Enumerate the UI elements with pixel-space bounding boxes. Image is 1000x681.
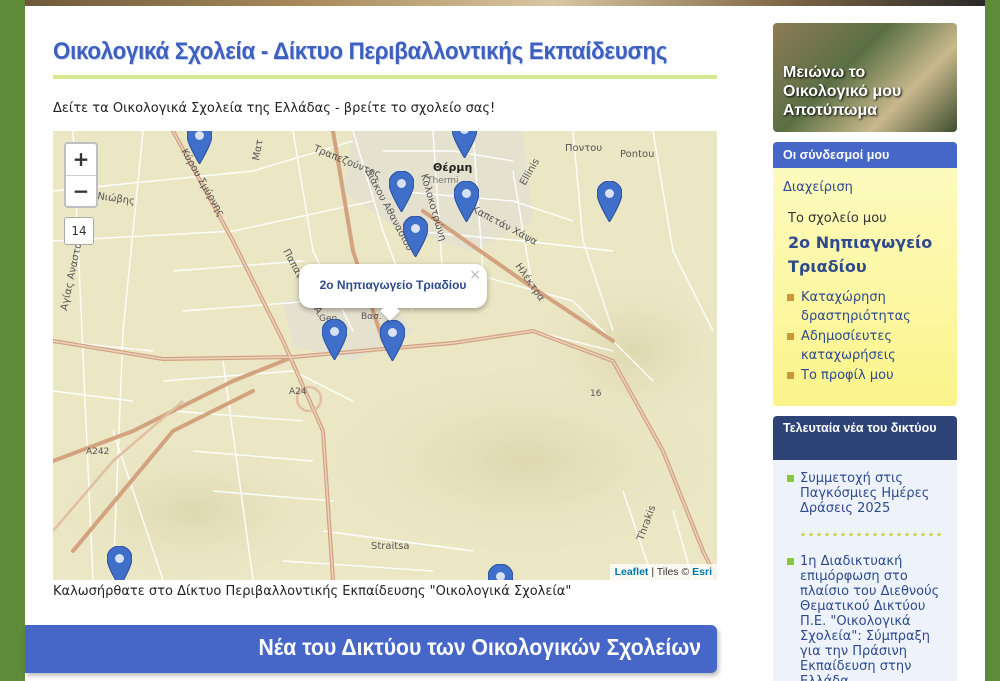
school-marker[interactable] — [454, 181, 479, 222]
news-banner: Νέα του Δικτύου των Οικολογικών Σχολείων — [25, 625, 717, 673]
latest-news-list: Συμμετοχή στις Παγκόσμιες Ημέρες Δράσεις… — [787, 471, 953, 681]
page-title: Οικολογικά Σχολεία - Δίκτυο Περιβαλλοντι… — [53, 38, 668, 65]
map-label-thermi: Θέρμη — [433, 161, 472, 174]
my-links-heading: Οι σύνδεσμοί μου — [773, 142, 957, 168]
popup-close-button[interactable]: × — [469, 267, 481, 283]
leaflet-link[interactable]: Leaflet — [615, 566, 649, 578]
map-label-pontou-latin: Pontou — [620, 149, 655, 160]
latest-news-heading: Τελευταία νέα του δικτύου — [773, 416, 957, 460]
esri-link[interactable]: Esri — [692, 566, 712, 578]
map-label-a242: A242 — [86, 447, 109, 457]
my-links-list: Καταχώρηση δραστηριότητας Αδημοσίευτες κ… — [787, 288, 955, 386]
map-label-vas: Βασ. — [361, 312, 382, 322]
zoom-control: + − — [64, 142, 98, 208]
zoom-level-indicator: 14 — [64, 217, 94, 245]
school-marker[interactable] — [107, 546, 132, 580]
school-marker[interactable] — [322, 319, 347, 360]
link-new-activity[interactable]: Καταχώρηση δραστηριότητας — [787, 288, 955, 326]
map-label-straitsa: Straitsa — [371, 541, 410, 552]
latest-news-box: Τελευταία νέα του δικτύου Συμμετοχή στις… — [773, 416, 957, 681]
zoom-in-button[interactable]: + — [66, 144, 96, 176]
my-links-box: Οι σύνδεσμοί μου Διαχείριση Το σχολείο μ… — [773, 142, 957, 406]
admin-link[interactable]: Διαχείριση — [783, 180, 853, 195]
footprint-line-3: Αποτύπωμα — [783, 102, 878, 119]
my-school-name[interactable]: 2ο Νηπιαγωγείο Τριαδίου — [788, 231, 948, 279]
school-marker[interactable] — [597, 181, 622, 222]
popup-school-name[interactable]: 2ο Νηπιαγωγείο Τριαδίου — [299, 278, 487, 292]
attribution-separator: | Tiles © — [648, 566, 693, 578]
intro-text: Δείτε τα Οικολογικά Σχολεία της Ελλάδας … — [53, 101, 496, 116]
school-marker-selected[interactable] — [380, 320, 405, 361]
title-underline — [53, 75, 717, 79]
my-school-label: Το σχολείο μου — [788, 211, 887, 226]
news-item[interactable]: 1η Διαδικτυακή επιμόρφωση στο πλαίσιο το… — [787, 554, 953, 681]
link-my-profile[interactable]: Το προφίλ μου — [787, 366, 955, 385]
school-marker[interactable] — [403, 216, 428, 257]
map-label-a24: A24 — [289, 387, 307, 397]
page-content: Οικολογικά Σχολεία - Δίκτυο Περιβαλλοντι… — [25, 6, 985, 681]
zoom-out-button[interactable]: − — [66, 176, 96, 207]
news-divider — [799, 533, 941, 536]
schools-map[interactable]: Θέρμη Thermi Ποντου Pontou A24 A242 16 S… — [53, 131, 717, 580]
map-attribution: Leaflet | Tiles © Esri — [609, 564, 717, 580]
welcome-caption: Καλωσήρθατε στο Δίκτυο Περιβαλλοντικής Ε… — [53, 584, 572, 599]
school-marker[interactable] — [389, 171, 414, 212]
news-banner-title: Νέα του Δικτύου των Οικολογικών Σχολείων — [258, 634, 701, 660]
link-unpublished-entries[interactable]: Αδημοσίευτες καταχωρήσεις — [787, 327, 955, 365]
school-marker[interactable] — [488, 564, 513, 580]
school-marker[interactable] — [452, 131, 477, 158]
map-label-pontou: Ποντου — [565, 143, 602, 154]
footprint-line-1: Μειώνω το — [783, 64, 866, 81]
school-popup: 2ο Νηπιαγωγείο Τριαδίου × — [299, 264, 487, 321]
school-marker[interactable] — [187, 131, 212, 164]
map-label-road-16: 16 — [590, 389, 602, 399]
footprint-line-2: Οικολογικό μου — [783, 83, 902, 100]
footprint-banner-image[interactable]: Μειώνω το Οικολογικό μου Αποτύπωμα — [773, 23, 957, 132]
footprint-banner-text: Μειώνω το Οικολογικό μου Αποτύπωμα — [783, 63, 953, 120]
news-item[interactable]: Συμμετοχή στις Παγκόσμιες Ημέρες Δράσεις… — [787, 471, 953, 516]
